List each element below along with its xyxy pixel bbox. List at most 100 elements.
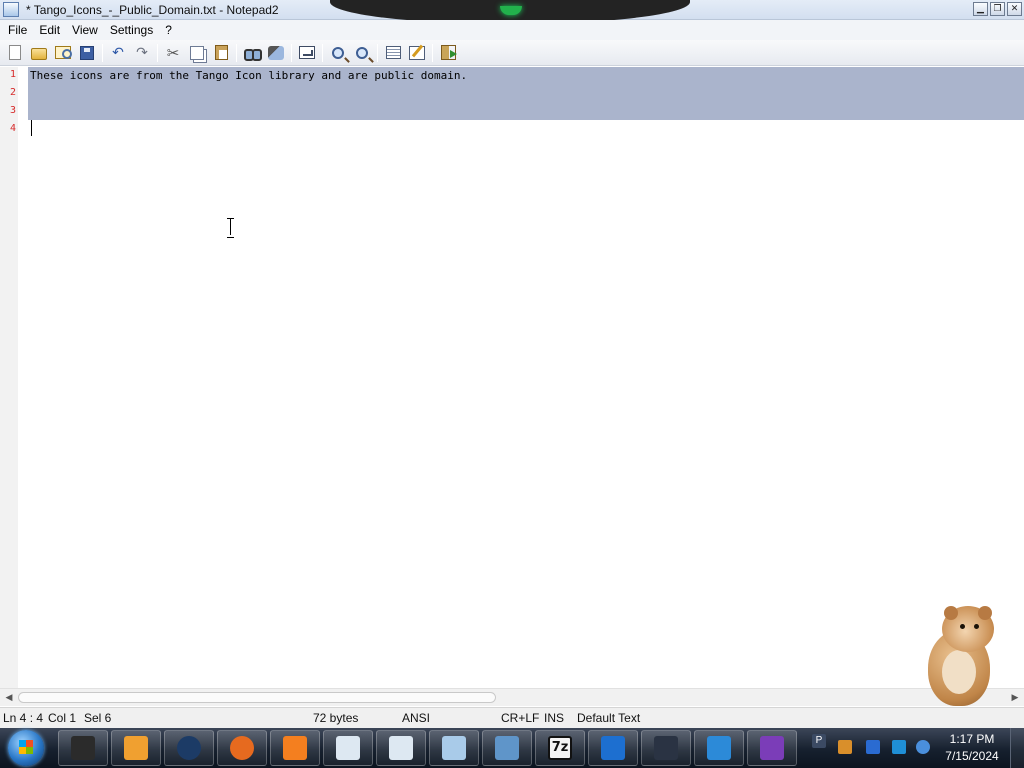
replace-icon bbox=[268, 45, 284, 60]
menu-edit[interactable]: Edit bbox=[33, 21, 66, 39]
scrollbar-thumb[interactable] bbox=[18, 692, 496, 703]
line-number-gutter: 1 2 3 4 bbox=[0, 67, 18, 688]
undo-button[interactable]: ↶ bbox=[107, 42, 129, 64]
clock-time: 1:17 PM bbox=[949, 732, 995, 746]
close-button[interactable]: ✕ bbox=[1007, 2, 1022, 16]
hamster-eye bbox=[974, 624, 979, 629]
hamster-ear bbox=[944, 606, 958, 620]
zoom-out-button[interactable] bbox=[351, 42, 373, 64]
browse-button[interactable] bbox=[52, 42, 74, 64]
exit-icon bbox=[440, 45, 457, 60]
word-wrap-button[interactable] bbox=[296, 42, 318, 64]
menu-view[interactable]: View bbox=[66, 21, 104, 39]
toolbar-separator bbox=[157, 43, 158, 62]
redo-button[interactable]: ↷ bbox=[131, 42, 153, 64]
horizontal-scrollbar[interactable]: ◀ ▶ bbox=[0, 688, 1024, 706]
editor-line[interactable]: These icons are from the Tango Icon libr… bbox=[30, 69, 467, 82]
text-editor[interactable]: 1 2 3 4 These icons are from the Tango I… bbox=[0, 67, 1024, 688]
toolbar-separator bbox=[377, 43, 378, 62]
copy-icon bbox=[190, 45, 204, 60]
open-icon bbox=[31, 48, 47, 60]
zoom-in-icon bbox=[332, 46, 344, 59]
clock-date: 7/15/2024 bbox=[945, 749, 999, 763]
tray-letter-icon[interactable]: P bbox=[812, 734, 826, 748]
system-tray: P bbox=[808, 728, 938, 768]
new-button[interactable] bbox=[4, 42, 26, 64]
taskbar-goldfish-button[interactable] bbox=[270, 730, 320, 766]
save-button[interactable] bbox=[76, 42, 98, 64]
hamster-eye bbox=[960, 624, 965, 629]
copy-button[interactable] bbox=[186, 42, 208, 64]
taskbar-notepad2-button[interactable] bbox=[429, 730, 479, 766]
status-column: Col 1 bbox=[48, 711, 77, 725]
scroll-left-arrow-icon[interactable]: ◀ bbox=[4, 693, 14, 703]
status-insert-mode[interactable]: INS bbox=[544, 711, 564, 725]
word-wrap-icon bbox=[299, 46, 315, 59]
status-encoding[interactable]: ANSI bbox=[402, 711, 430, 725]
taskbar-document-viewer-2-button[interactable] bbox=[376, 730, 426, 766]
line-number: 2 bbox=[9, 87, 16, 98]
hamster-belly bbox=[942, 650, 976, 694]
tray-security-icon[interactable] bbox=[866, 740, 880, 754]
menu-help[interactable]: ? bbox=[159, 21, 178, 39]
taskbar-monitor-button[interactable] bbox=[641, 730, 691, 766]
zoom-in-button[interactable] bbox=[327, 42, 349, 64]
redo-icon: ↷ bbox=[136, 44, 148, 61]
tray-app-icon[interactable] bbox=[838, 740, 852, 754]
taskbar-image-viewer-button[interactable] bbox=[482, 730, 532, 766]
phone-icon bbox=[601, 736, 625, 760]
taskbar-terminal-button[interactable] bbox=[58, 730, 108, 766]
show-desktop-button[interactable] bbox=[1010, 728, 1024, 768]
taskbar-phone-button[interactable] bbox=[588, 730, 638, 766]
notepad2-app-icon[interactable] bbox=[3, 2, 19, 17]
cut-icon: ✂ bbox=[166, 43, 180, 62]
status-line-position: Ln 4 : 4 bbox=[3, 711, 44, 725]
globe-icon bbox=[177, 736, 201, 760]
minimize-button[interactable]: ▁ bbox=[973, 2, 988, 16]
menu-file[interactable]: File bbox=[2, 21, 33, 39]
tray-volume-icon[interactable] bbox=[916, 740, 930, 754]
restore-button[interactable]: ❐ bbox=[990, 2, 1005, 16]
status-scheme[interactable]: Default Text bbox=[577, 711, 640, 725]
toolbar-separator bbox=[291, 43, 292, 62]
taskbar-document-viewer-1-button[interactable] bbox=[323, 730, 373, 766]
find-button[interactable] bbox=[241, 42, 263, 64]
exit-button[interactable] bbox=[437, 42, 459, 64]
cut-button[interactable]: ✂ bbox=[162, 42, 184, 64]
save-icon bbox=[80, 45, 94, 60]
line-number: 3 bbox=[9, 105, 16, 116]
taskbar-visual-studio-button[interactable] bbox=[747, 730, 797, 766]
taskbar-clock[interactable]: 1:17 PM 7/15/2024 bbox=[940, 731, 1004, 765]
start-button[interactable] bbox=[8, 730, 44, 766]
taskbar-globe-button[interactable] bbox=[164, 730, 214, 766]
scheme-button[interactable] bbox=[382, 42, 404, 64]
browse-icon bbox=[55, 46, 72, 59]
menu-settings[interactable]: Settings bbox=[104, 21, 159, 39]
ibeam-cursor-icon bbox=[226, 218, 236, 238]
scroll-right-arrow-icon[interactable]: ▶ bbox=[1010, 693, 1020, 703]
tray-network-icon[interactable] bbox=[892, 740, 906, 754]
hamster-ear bbox=[978, 606, 992, 620]
paste-button[interactable] bbox=[210, 42, 232, 64]
menu-bar: File Edit View Settings ? bbox=[0, 20, 1024, 40]
customize-scheme-button[interactable] bbox=[406, 42, 428, 64]
taskbar-firefox-button[interactable] bbox=[217, 730, 267, 766]
image-viewer-icon bbox=[495, 736, 519, 760]
status-line-endings[interactable]: CR+LF bbox=[501, 711, 539, 725]
taskbar-media-player-button[interactable] bbox=[111, 730, 161, 766]
undo-icon: ↶ bbox=[112, 44, 124, 61]
document-viewer-1-icon bbox=[336, 736, 360, 760]
toolbar-separator bbox=[432, 43, 433, 62]
taskbar-7-zip-button[interactable]: 7z bbox=[535, 730, 585, 766]
internet-explorer-icon bbox=[707, 736, 731, 760]
title-bar: * Tango_Icons_-_Public_Domain.txt - Note… bbox=[0, 0, 1024, 24]
text-caret bbox=[31, 120, 32, 136]
hamster-desktop-gadget[interactable] bbox=[918, 604, 1008, 710]
open-button[interactable] bbox=[28, 42, 50, 64]
window-title: * Tango_Icons_-_Public_Domain.txt - Note… bbox=[26, 3, 279, 17]
zoom-out-icon bbox=[356, 46, 368, 59]
wallpaper-green-light bbox=[500, 6, 522, 15]
replace-button[interactable] bbox=[265, 42, 287, 64]
notepad2-icon bbox=[442, 736, 466, 760]
taskbar-internet-explorer-button[interactable] bbox=[694, 730, 744, 766]
